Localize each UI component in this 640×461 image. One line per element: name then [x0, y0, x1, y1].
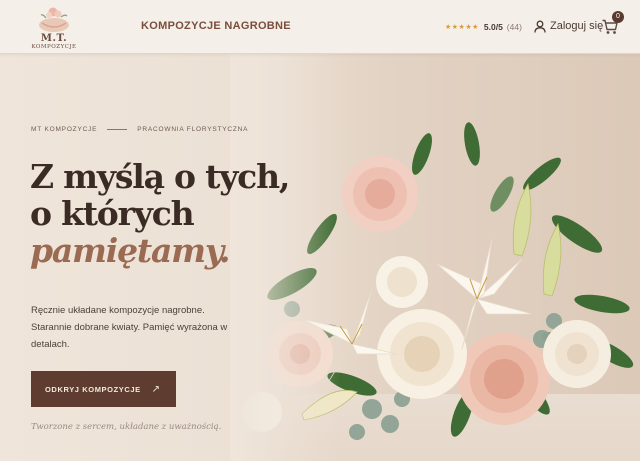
rating-stars: ★★★★★ — [445, 24, 479, 31]
nav-kompozycje-nagrobne[interactable]: KOMPOZYCJE NAGROBNE — [141, 20, 291, 32]
cta-label: ODKRYJ KOMPOZYCJE — [45, 384, 141, 394]
eyebrow-divider — [107, 129, 128, 130]
site-header: M.T. KOMPOZYCJE KOMPOZYCJE NAGROBNE ★★★★… — [0, 0, 640, 54]
arrow-up-right-icon: ↗ — [151, 383, 160, 395]
hero-description: Ręcznie układane kompozycje nagrobne. St… — [31, 305, 228, 350]
login-button[interactable]: Zaloguj się — [534, 18, 603, 34]
eyebrow-studio: PRACOWNIA FLORYSTYCZNA — [137, 126, 249, 133]
hero-section: MT KOMPOZYCJE PRACOWNIA FLORYSTYCZNA Z m… — [0, 54, 640, 461]
discover-compositions-button[interactable]: ODKRYJ KOMPOZYCJE ↗ — [31, 371, 176, 407]
headline-line-2: o których — [30, 194, 195, 233]
logo-icon — [39, 7, 69, 32]
user-icon — [534, 20, 546, 33]
cart-button[interactable]: 0 — [602, 11, 628, 38]
site-logo[interactable]: M.T. KOMPOZYCJE — [24, 3, 84, 51]
eyebrow-brand: MT KOMPOZYCJE — [31, 126, 98, 133]
logo-title: M.T. — [40, 33, 68, 44]
rating-count: (44) — [506, 22, 522, 32]
rating-score: 5.0/5 — [483, 22, 503, 32]
headline-line-1: Z myślą o tych, — [30, 157, 290, 196]
logo-subtitle: KOMPOZYCJE — [31, 44, 77, 50]
cart-count-badge: 0 — [612, 11, 624, 23]
hero-tagline: Tworzone z sercem, układane z uważnością… — [31, 422, 222, 432]
hero-headline: Z myślą o tych, o których pamiętamy. — [30, 157, 290, 270]
login-label: Zaloguj się — [550, 20, 604, 32]
headline-line-3: pamiętamy. — [30, 231, 231, 270]
store-rating[interactable]: ★★★★★ 5.0/5 (44) — [445, 22, 522, 32]
hero-eyebrow: MT KOMPOZYCJE PRACOWNIA FLORYSTYCZNA — [31, 126, 248, 133]
